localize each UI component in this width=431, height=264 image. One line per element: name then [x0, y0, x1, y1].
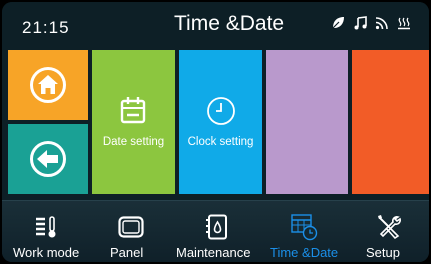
nav-panel[interactable]: Panel — [102, 201, 162, 262]
nav-label-maintenance: Maintenance — [176, 245, 251, 260]
maintenance-icon — [206, 214, 227, 240]
tools-icon — [378, 215, 401, 240]
back-tile[interactable] — [8, 124, 88, 194]
clock-setting-tile[interactable]: Clock setting — [179, 50, 262, 194]
nav-work-mode[interactable]: Work mode — [2, 201, 88, 262]
calendar-icon — [120, 97, 146, 124]
clock-setting-label: Clock setting — [187, 136, 254, 148]
clock-readout: 21:15 — [22, 18, 70, 37]
back-icon — [30, 141, 66, 177]
page-title: Time &Date — [174, 12, 285, 35]
nav-label-panel: Panel — [110, 245, 144, 260]
bottom-nav: Work mode Panel Maintenance Time &Date S… — [2, 200, 429, 262]
clock-icon — [207, 97, 235, 125]
date-setting-tile[interactable]: Date setting — [92, 50, 175, 194]
nav-maintenance[interactable]: Maintenance — [172, 201, 268, 262]
home-icon — [30, 67, 66, 103]
nav-time-date[interactable]: Time &Date — [270, 201, 346, 262]
panel-icon — [118, 216, 144, 238]
status-icons — [331, 16, 411, 30]
leaf-icon — [331, 16, 345, 30]
nav-setup[interactable]: Setup — [352, 201, 422, 262]
heating-icon — [397, 16, 411, 30]
nav-label-time-date: Time &Date — [270, 245, 339, 260]
nav-label-work-mode: Work mode — [13, 245, 80, 260]
music-icon — [353, 16, 367, 30]
calendar-clock-icon — [291, 214, 318, 241]
blank-purple-tile[interactable] — [266, 50, 348, 194]
top-bar: 21:15 Time &Date — [2, 2, 429, 48]
wifi-icon — [375, 16, 389, 30]
nav-label-setup: Setup — [366, 245, 400, 260]
date-setting-label: Date setting — [102, 136, 165, 148]
device-screen: 21:15 Time &Date Date setting Clock sett… — [2, 2, 429, 262]
home-tile[interactable] — [8, 50, 88, 120]
thermometer-icon — [36, 216, 56, 238]
blank-orange-tile[interactable] — [352, 50, 429, 194]
